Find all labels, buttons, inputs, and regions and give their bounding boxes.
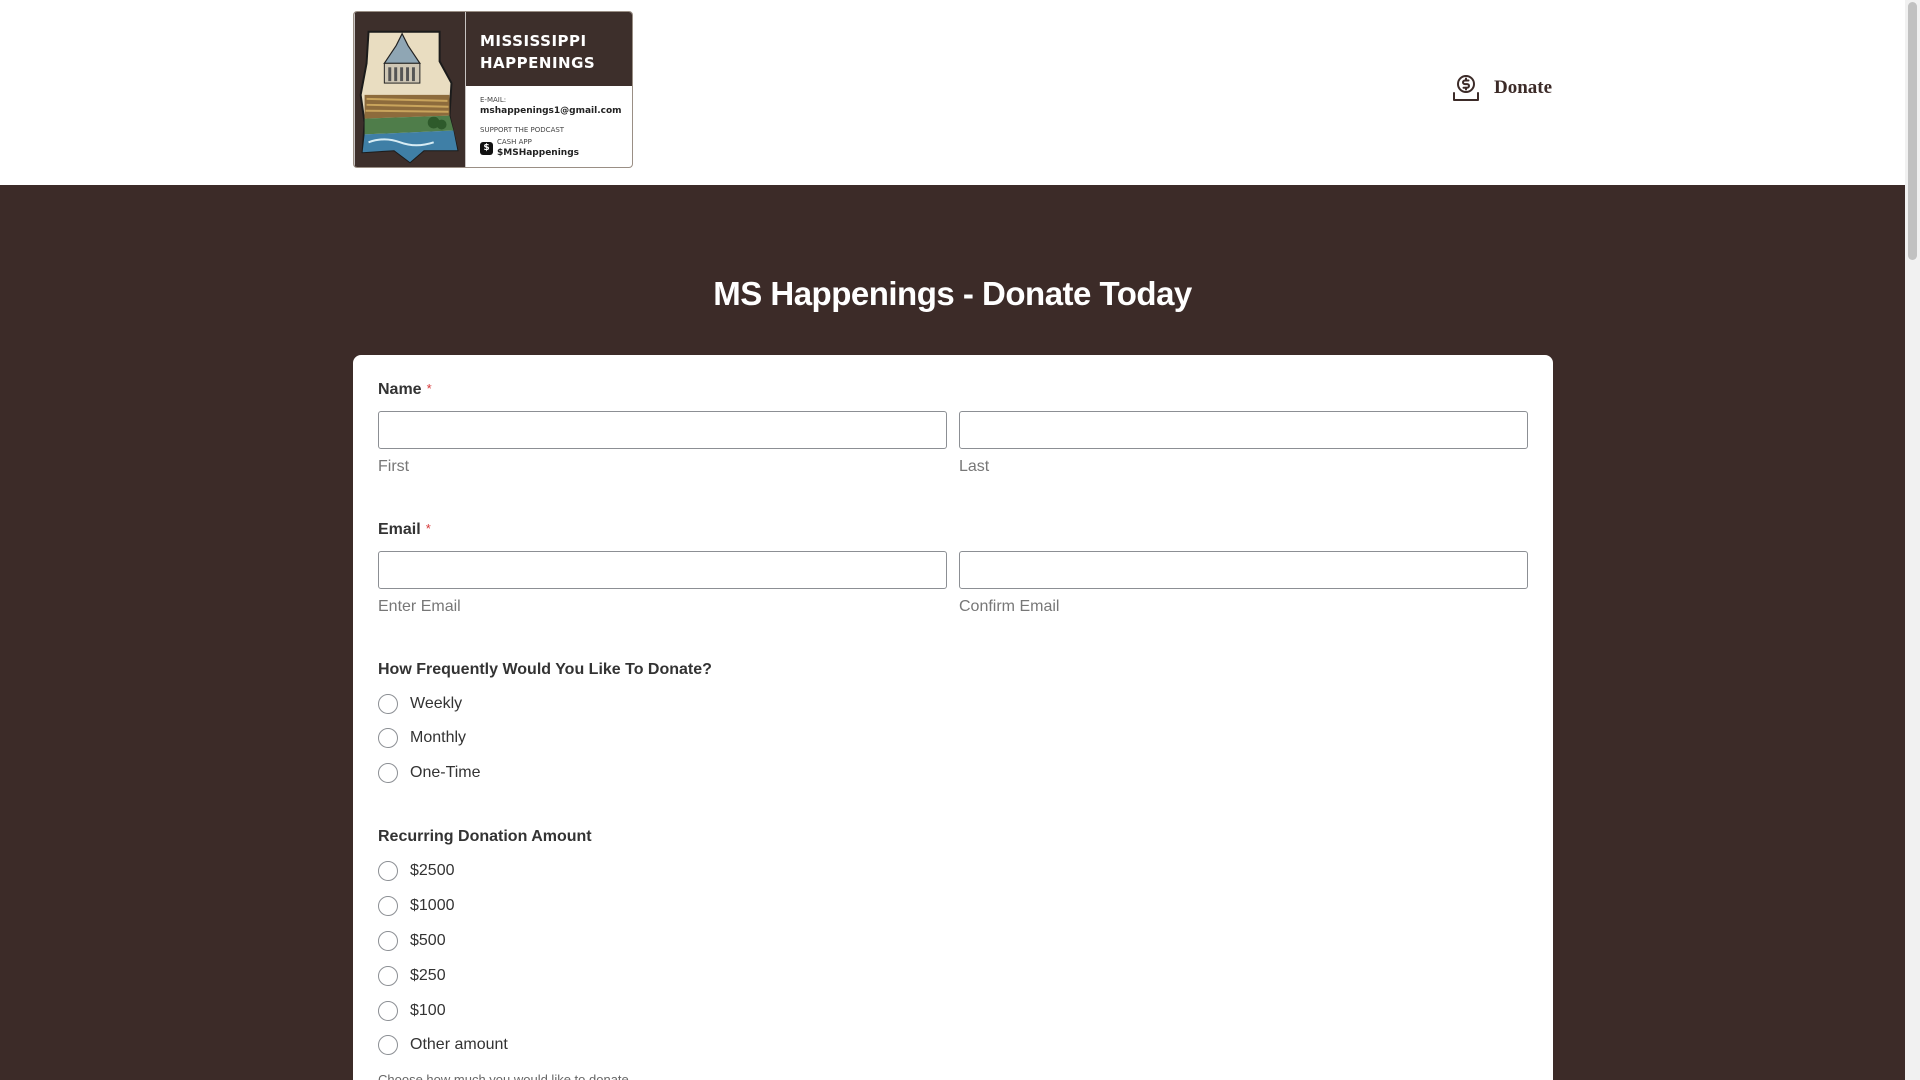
logo-email: mshappenings1@gmail.com bbox=[480, 106, 622, 116]
donate-nav-link[interactable]: Donate bbox=[1452, 74, 1552, 102]
radio-button[interactable] bbox=[378, 694, 398, 714]
donate-nav-label: Donate bbox=[1494, 77, 1553, 98]
radio-button[interactable] bbox=[378, 728, 398, 748]
required-marker: * bbox=[426, 381, 432, 396]
amount-option-label: $1000 bbox=[410, 897, 455, 914]
frequency-option-label: One-Time bbox=[410, 764, 481, 781]
amount-help-text: Choose how much you would like to donate… bbox=[378, 1072, 633, 1080]
amount-option-label: $500 bbox=[410, 932, 446, 949]
name-label-text: Name bbox=[378, 381, 422, 398]
amount-field-label: Recurring Donation Amount bbox=[378, 828, 592, 845]
logo-support-label: SUPPORT THE PODCAST bbox=[480, 126, 565, 134]
radio-button[interactable] bbox=[378, 966, 398, 986]
confirm-email-sublabel: Confirm Email bbox=[959, 598, 1060, 615]
amount-option-label: Other amount bbox=[410, 1036, 508, 1053]
first-name-input[interactable] bbox=[378, 411, 947, 449]
radio-button[interactable] bbox=[378, 763, 398, 783]
amount-option-label: $2500 bbox=[410, 862, 455, 879]
site-header: MISSISSIPPI HAPPENINGS E-MAIL: mshappeni… bbox=[0, 0, 1905, 185]
email-label-text: Email bbox=[378, 521, 421, 538]
scrollbar-thumb[interactable] bbox=[1908, 2, 1917, 260]
frequency-field-label: How Frequently Would You Like To Donate? bbox=[378, 661, 712, 678]
radio-button[interactable] bbox=[378, 931, 398, 951]
frequency-option-one-time[interactable]: One-Time bbox=[378, 763, 481, 783]
email-input[interactable] bbox=[378, 551, 947, 589]
email-sublabel: Enter Email bbox=[378, 598, 461, 615]
frequency-option-monthly[interactable]: Monthly bbox=[378, 728, 466, 748]
amount-option-250[interactable]: $250 bbox=[378, 966, 446, 986]
required-marker: * bbox=[425, 521, 431, 536]
logo-cash-app-label: CASH APP bbox=[497, 138, 532, 146]
amount-option-1000[interactable]: $1000 bbox=[378, 896, 455, 916]
site-logo[interactable]: MISSISSIPPI HAPPENINGS E-MAIL: mshappeni… bbox=[353, 11, 633, 168]
name-field-label: Name * bbox=[378, 381, 432, 399]
frequency-option-weekly[interactable]: Weekly bbox=[378, 694, 462, 714]
page-title: MS Happenings - Donate Today bbox=[713, 275, 1192, 312]
mississippi-map-icon bbox=[354, 12, 466, 167]
last-name-input[interactable] bbox=[959, 411, 1528, 449]
radio-button[interactable] bbox=[378, 1035, 398, 1055]
radio-button[interactable] bbox=[378, 896, 398, 916]
page-scrollbar[interactable] bbox=[1905, 0, 1920, 1080]
confirm-email-input[interactable] bbox=[959, 551, 1528, 589]
radio-button[interactable] bbox=[378, 1001, 398, 1021]
email-field-label: Email * bbox=[378, 521, 431, 539]
logo-email-label: E-MAIL: bbox=[480, 96, 507, 104]
logo-cash-tag: $MSHappenings bbox=[497, 148, 579, 158]
amount-option-label: $100 bbox=[410, 1002, 446, 1019]
logo-title-line2: HAPPENINGS bbox=[480, 54, 596, 72]
frequency-option-label: Monthly bbox=[410, 729, 467, 746]
money-hand-icon bbox=[1453, 75, 1479, 101]
amount-option-100[interactable]: $100 bbox=[378, 1001, 446, 1021]
amount-option-label: $250 bbox=[410, 967, 446, 984]
first-name-sublabel: First bbox=[378, 458, 410, 475]
cash-app-icon: $ bbox=[480, 141, 493, 155]
amount-option-500[interactable]: $500 bbox=[378, 931, 446, 951]
radio-button[interactable] bbox=[378, 861, 398, 881]
amount-option-other[interactable]: Other amount bbox=[378, 1035, 508, 1055]
logo-title-line1: MISSISSIPPI bbox=[480, 32, 587, 50]
frequency-option-label: Weekly bbox=[410, 695, 463, 712]
donation-form: Name * First Last Email * Enter Email Conf… bbox=[353, 355, 1553, 1080]
amount-option-2500[interactable]: $2500 bbox=[378, 861, 455, 881]
last-name-sublabel: Last bbox=[959, 458, 990, 475]
